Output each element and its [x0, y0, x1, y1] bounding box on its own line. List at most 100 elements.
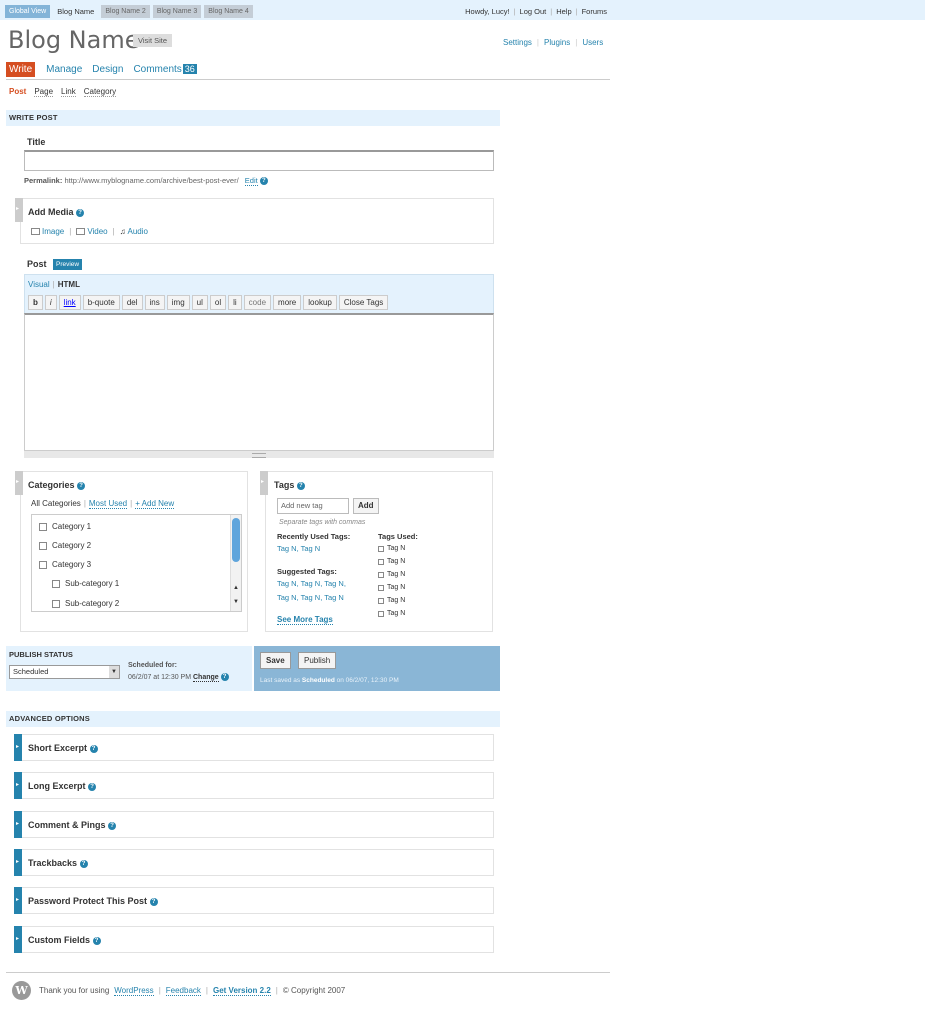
add-new-category-link[interactable]: + Add New: [135, 499, 175, 509]
used-tag-item[interactable]: Tag N: [378, 610, 405, 617]
quicktag-img-button[interactable]: img: [166, 295, 190, 310]
quicktag-italic-button[interactable]: i: [44, 295, 57, 310]
menu-write[interactable]: Write: [6, 62, 36, 77]
tab-html[interactable]: HTML: [58, 280, 80, 289]
remove-tag-icon[interactable]: [378, 610, 384, 617]
help-icon[interactable]: ?: [77, 481, 86, 490]
menu-comments[interactable]: Comments 36: [128, 62, 201, 77]
checkbox[interactable]: [52, 599, 60, 608]
help-icon[interactable]: ?: [79, 859, 88, 868]
quicktag-close-tags-button[interactable]: Close Tags: [338, 295, 389, 310]
expand-arrow-icon[interactable]: [14, 887, 22, 914]
change-schedule-link[interactable]: Change: [193, 673, 219, 682]
drag-handle-icon[interactable]: [15, 198, 23, 222]
quicktag-more-button[interactable]: more: [273, 295, 302, 310]
submenu-post[interactable]: Post: [9, 87, 26, 97]
tab-all-categories[interactable]: All Categories: [31, 499, 81, 509]
submenu-page[interactable]: Page: [34, 87, 54, 97]
help-icon[interactable]: ?: [76, 208, 85, 217]
blog-tab-global-view[interactable]: Global View: [5, 5, 51, 18]
quicktag-link-button[interactable]: link: [58, 295, 81, 310]
submenu-category[interactable]: Category: [83, 87, 117, 97]
used-tag-item[interactable]: Tag N: [378, 558, 405, 565]
long-excerpt-panel[interactable]: Long Excerpt ?: [14, 772, 494, 799]
logout-link[interactable]: Log Out: [520, 7, 547, 16]
image-media-link[interactable]: Image: [31, 227, 64, 236]
quicktag-blockquote-button[interactable]: b-quote: [82, 295, 120, 310]
checkbox[interactable]: [39, 560, 47, 569]
category-scrollbar[interactable]: ▲ ▼: [230, 515, 241, 611]
quicktag-code-button[interactable]: code: [243, 295, 272, 310]
help-icon[interactable]: ?: [149, 897, 158, 906]
blog-tab-4[interactable]: Blog Name 4: [204, 5, 253, 18]
see-more-tags-link[interactable]: See More Tags: [277, 615, 333, 625]
menu-design[interactable]: Design: [87, 62, 128, 77]
checkbox[interactable]: [52, 579, 60, 588]
scrollbar-thumb[interactable]: [232, 518, 240, 562]
expand-arrow-icon[interactable]: [14, 811, 22, 838]
permalink-edit-link[interactable]: Edit: [244, 176, 258, 186]
scroll-down-icon[interactable]: ▼: [232, 599, 240, 607]
used-tag-item[interactable]: Tag N: [378, 584, 405, 591]
category-item[interactable]: Category 3: [39, 560, 91, 569]
used-tag-item[interactable]: Tag N: [378, 545, 405, 552]
audio-media-link[interactable]: ♫ Audio: [120, 227, 148, 236]
remove-tag-icon[interactable]: [378, 545, 384, 552]
used-tag-item[interactable]: Tag N: [378, 571, 405, 578]
remove-tag-icon[interactable]: [378, 584, 384, 591]
checkbox[interactable]: [39, 522, 47, 531]
help-icon[interactable]: ?: [108, 821, 117, 830]
quicktag-ins-button[interactable]: ins: [144, 295, 165, 310]
publish-button[interactable]: Publish: [298, 652, 337, 669]
settings-link[interactable]: Settings: [503, 38, 532, 47]
quicktag-lookup-button[interactable]: lookup: [303, 295, 337, 310]
category-item[interactable]: Sub-category 2: [52, 599, 119, 608]
suggested-tags-links[interactable]: Tag N, Tag N, Tag N: [277, 593, 344, 602]
trackbacks-panel[interactable]: Trackbacks ?: [14, 849, 494, 876]
title-input[interactable]: [24, 150, 494, 171]
custom-fields-panel[interactable]: Custom Fields ?: [14, 926, 494, 953]
drag-handle-icon[interactable]: [15, 471, 23, 495]
visit-site-button[interactable]: Visit Site: [133, 34, 173, 47]
menu-manage[interactable]: Manage: [41, 62, 87, 77]
tab-most-used[interactable]: Most Used: [88, 499, 128, 509]
save-button[interactable]: Save: [260, 652, 291, 669]
forums-link[interactable]: Forums: [582, 7, 607, 16]
quicktag-ul-button[interactable]: ul: [191, 295, 208, 310]
preview-button[interactable]: Preview: [53, 259, 83, 270]
expand-arrow-icon[interactable]: [14, 849, 22, 876]
help-icon[interactable]: ?: [89, 744, 98, 753]
submenu-link[interactable]: Link: [61, 87, 76, 97]
feedback-link[interactable]: Feedback: [165, 986, 201, 996]
checkbox[interactable]: [39, 541, 47, 550]
short-excerpt-panel[interactable]: Short Excerpt ?: [14, 734, 494, 761]
comments-pings-panel[interactable]: Comment & Pings ?: [14, 811, 494, 838]
post-content-textarea[interactable]: [24, 313, 494, 451]
editor-resize-handle[interactable]: [24, 451, 494, 458]
tab-visual[interactable]: Visual: [28, 280, 50, 289]
quicktag-li-button[interactable]: li: [228, 295, 242, 310]
scroll-up-icon[interactable]: ▲: [232, 585, 240, 593]
help-icon[interactable]: ?: [88, 782, 97, 791]
blog-tab-3[interactable]: Blog Name 3: [152, 5, 202, 18]
new-tag-input[interactable]: Add new tag: [277, 498, 349, 514]
get-version-link[interactable]: Get Version 2.2: [212, 986, 271, 996]
expand-arrow-icon[interactable]: [14, 926, 22, 953]
recent-tags-links[interactable]: Tag N, Tag N: [277, 544, 320, 553]
password-protect-panel[interactable]: Password Protect This Post ?: [14, 887, 494, 914]
plugins-link[interactable]: Plugins: [544, 38, 570, 47]
wordpress-link[interactable]: WordPress: [114, 986, 154, 996]
drag-handle-icon[interactable]: [260, 471, 268, 495]
help-link[interactable]: Help: [556, 7, 571, 16]
category-item[interactable]: Category 2: [39, 541, 91, 550]
help-icon[interactable]: ?: [220, 673, 229, 681]
video-media-link[interactable]: Video: [76, 227, 108, 236]
quicktag-bold-button[interactable]: b: [28, 295, 43, 310]
expand-arrow-icon[interactable]: [14, 734, 22, 761]
category-item[interactable]: Category 1: [39, 522, 91, 531]
remove-tag-icon[interactable]: [378, 558, 384, 565]
expand-arrow-icon[interactable]: [14, 772, 22, 799]
help-icon[interactable]: ?: [296, 481, 305, 490]
users-link[interactable]: Users: [582, 38, 603, 47]
status-select[interactable]: Scheduled ▼: [9, 665, 120, 679]
